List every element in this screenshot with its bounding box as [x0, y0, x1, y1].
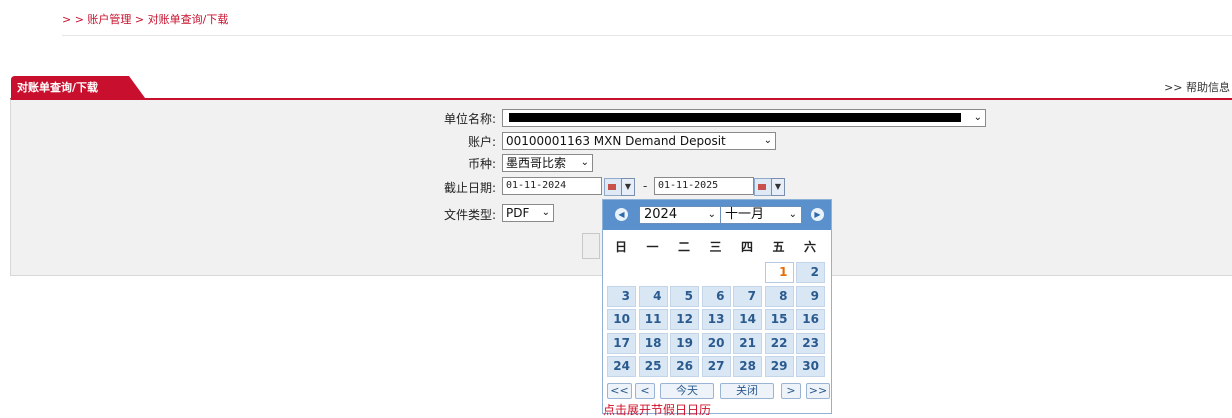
calendar-day[interactable]: 29	[764, 356, 794, 377]
calendar-day[interactable]: 19	[670, 332, 699, 354]
weekday-header: 五	[772, 240, 785, 254]
next-month-button[interactable]: >	[781, 383, 801, 399]
calendar-day[interactable]: 4	[638, 285, 668, 307]
account-select[interactable]: 00100001163 MXN Demand Deposit ⌄	[502, 132, 776, 150]
start-date-input[interactable]: 01-11-2024	[502, 177, 602, 195]
chevron-down-icon: ⌄	[788, 209, 797, 220]
weekday-header: 一	[646, 240, 659, 254]
calendar-day[interactable]: 3	[607, 285, 636, 307]
unit-name-label: 单位名称:	[443, 112, 496, 126]
calendar-day[interactable]: 14	[733, 309, 762, 330]
calendar-day[interactable]: 24	[607, 356, 636, 377]
chevron-down-icon: ⌄	[973, 112, 982, 123]
calendar-day[interactable]: 7	[733, 285, 762, 307]
date-separator: -	[643, 179, 648, 193]
calendar-day[interactable]: 8	[764, 285, 794, 307]
file-type-select[interactable]: PDF ⌄	[502, 204, 554, 222]
calendar-day[interactable]: 28	[733, 356, 762, 377]
calendar-day[interactable]: 10	[607, 309, 636, 330]
today-button[interactable]: 今天	[660, 383, 714, 399]
calendar-day[interactable]: 17	[607, 332, 636, 354]
end-date-input[interactable]: 01-11-2025	[654, 177, 754, 195]
calendar-footer: << < 今天 关闭 > >>	[603, 381, 831, 401]
month-select[interactable]: 十一月 ⌄	[720, 206, 802, 224]
calendar-day[interactable]: 2	[796, 262, 825, 283]
calendar-day[interactable]: 30	[796, 356, 825, 377]
weekday-header: 日	[614, 240, 627, 254]
calendar-day[interactable]: 16	[796, 309, 825, 330]
tab-label: 对账单查询/下载	[17, 81, 99, 94]
calendar-header: ◀ 2024 ⌄ 十一月 ⌄ ▶	[603, 200, 831, 230]
unit-name-select[interactable]: ⌄	[502, 109, 986, 127]
weekday-header: 三	[709, 240, 722, 254]
help-link[interactable]: >> 帮助信息	[1164, 79, 1230, 95]
calendar-day[interactable]: 13	[701, 309, 731, 330]
year-value: 2024	[644, 207, 678, 222]
currency-value: 墨西哥比索	[506, 156, 567, 170]
currency-label: 币种:	[467, 157, 496, 171]
chevron-down-icon: ⌄	[541, 207, 550, 218]
calendar-popup: ◀ 2024 ⌄ 十一月 ⌄ ▶ 日一二三四五六 1 2 3 4 5 6 7 8 9 10 11 12…	[602, 199, 832, 417]
end-date-label: 截止日期:	[443, 181, 496, 195]
calendar-day[interactable]: 9	[796, 285, 825, 307]
close-button[interactable]: 关闭	[720, 383, 774, 399]
calendar-day[interactable]: 1	[764, 262, 794, 283]
next-year-button[interactable]: >>	[806, 383, 830, 399]
year-select[interactable]: 2024 ⌄	[639, 206, 721, 224]
caret-down-icon: ▼	[621, 178, 635, 196]
account-label: 账户:	[467, 135, 496, 149]
calendar-day[interactable]: 18	[638, 332, 668, 354]
calendar-day[interactable]: 26	[670, 356, 699, 377]
redacted-bar	[509, 113, 961, 122]
chevron-down-icon: ⌄	[763, 135, 772, 146]
weekday-header: 四	[740, 240, 753, 254]
breadcrumb-divider	[62, 35, 1232, 36]
calendar-icon	[754, 178, 772, 196]
file-type-value: PDF	[506, 206, 530, 220]
chevron-down-icon: ⌄	[580, 157, 589, 168]
calendar-day[interactable]: 23	[796, 332, 825, 354]
weekday-header: 六	[803, 240, 816, 254]
weekday-header: 二	[677, 240, 690, 254]
calendar-day[interactable]: 15	[764, 309, 794, 330]
calendar-icon	[604, 178, 622, 196]
account-value: 00100001163 MXN Demand Deposit	[506, 134, 726, 148]
holiday-calendar-link[interactable]: 点击展开节假日日历	[603, 401, 711, 418]
query-button-partial[interactable]	[582, 233, 600, 259]
tab-statement-query[interactable]: 对账单查询/下载	[11, 76, 146, 98]
caret-down-icon: ▼	[771, 178, 785, 196]
next-month-icon[interactable]: ▶	[811, 208, 824, 221]
breadcrumb: > > 账户管理 > 对账单查询/下载	[62, 13, 229, 26]
calendar-day[interactable]: 5	[670, 285, 699, 307]
calendar-day[interactable]: 20	[701, 332, 731, 354]
calendar-day[interactable]: 11	[638, 309, 668, 330]
currency-select[interactable]: 墨西哥比索 ⌄	[502, 154, 593, 172]
end-date-calendar-button[interactable]: ▼	[754, 178, 785, 196]
calendar-day[interactable]: 6	[701, 285, 731, 307]
file-type-label: 文件类型:	[443, 208, 496, 222]
calendar-day[interactable]: 27	[701, 356, 731, 377]
prev-month-button[interactable]: <	[635, 383, 655, 399]
calendar-day[interactable]: 12	[670, 309, 699, 330]
calendar-day[interactable]: 21	[733, 332, 762, 354]
prev-month-icon[interactable]: ◀	[615, 208, 628, 221]
start-date-calendar-button[interactable]: ▼	[604, 178, 635, 196]
chevron-down-icon: ⌄	[707, 209, 716, 220]
prev-year-button[interactable]: <<	[607, 383, 632, 399]
calendar-day[interactable]: 25	[638, 356, 668, 377]
month-value: 十一月	[725, 207, 765, 222]
calendar-day[interactable]: 22	[764, 332, 794, 354]
